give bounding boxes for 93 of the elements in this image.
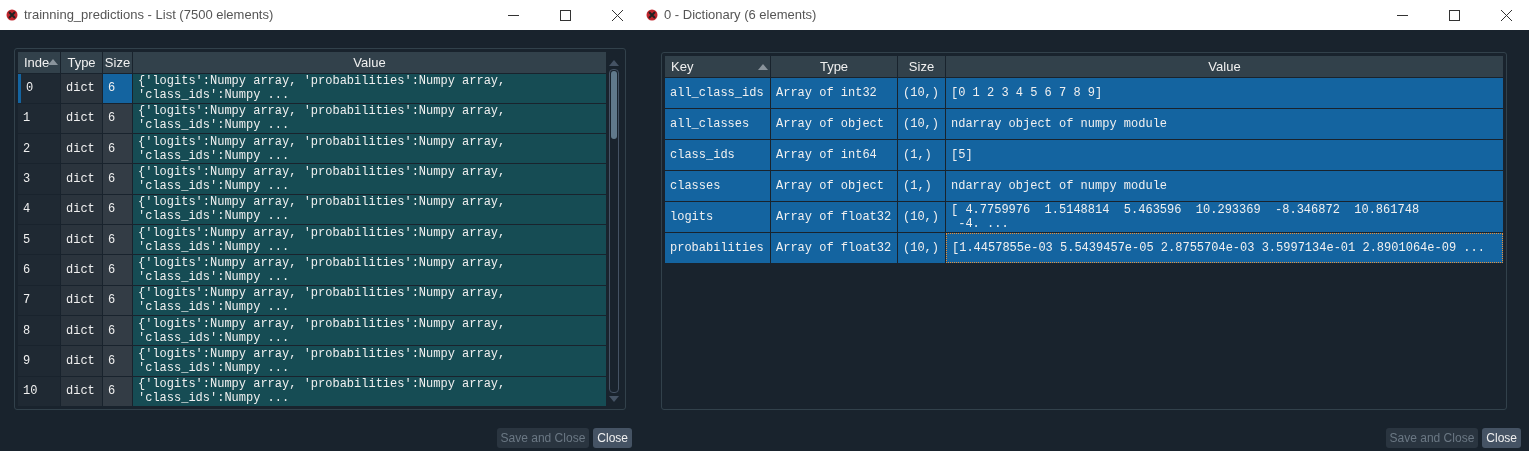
close-button[interactable]: Close (593, 428, 632, 448)
table-cell[interactable]: [5] (946, 140, 1503, 170)
table-cell[interactable]: 3 (18, 164, 60, 194)
table-cell[interactable]: Array of object (771, 171, 897, 201)
table-cell[interactable]: all_classes (665, 109, 770, 139)
table-cell[interactable]: class_ids (665, 140, 770, 170)
table-cell[interactable]: {'logits':Numpy array, 'probabilities':Numpy array, 'class_ids':Numpy ... (133, 73, 606, 103)
maximize-icon (559, 9, 571, 21)
column-header[interactable]: Type (61, 52, 102, 73)
table-cell[interactable]: (10,) (898, 109, 945, 139)
table-cell[interactable]: all_class_ids (665, 78, 770, 108)
table-cell[interactable]: [1.4457855e-03 5.5439457e-05 2.8755704e-03 3.5997134e-01 2.8901064e-09 ... (946, 233, 1503, 263)
scroll-down-icon (609, 396, 619, 402)
table-cell[interactable]: Array of float32 (771, 202, 897, 232)
table-cell[interactable]: {'logits':Numpy array, 'probabilities':Numpy array, 'class_ids':Numpy ... (133, 134, 606, 164)
table-cell[interactable]: {'logits':Numpy array, 'probabilities':Numpy array, 'class_ids':Numpy ... (133, 285, 606, 315)
table-cell[interactable]: classes (665, 171, 770, 201)
close-icon (1500, 9, 1512, 21)
table-cell[interactable]: 6 (103, 285, 132, 315)
table-cell[interactable]: 6 (103, 194, 132, 225)
table-cell[interactable]: {'logits':Numpy array, 'probabilities':Numpy array, 'class_ids':Numpy ... (133, 225, 606, 255)
table-cell[interactable]: dict (61, 194, 102, 225)
table-cell[interactable]: dict (61, 103, 102, 134)
table-cell[interactable]: {'logits':Numpy array, 'probabilities':Numpy array, 'class_ids':Numpy ... (133, 103, 606, 134)
table-cell[interactable]: 4 (18, 194, 60, 225)
table-cell[interactable]: 6 (18, 255, 60, 285)
close-button[interactable]: Close (1482, 428, 1521, 448)
table-cell[interactable]: 0 (18, 73, 60, 103)
table-cell[interactable]: 10 (18, 376, 60, 406)
table-cell[interactable]: {'logits':Numpy array, 'probabilities':Numpy array, 'class_ids':Numpy ... (133, 376, 606, 406)
table-cell[interactable]: ndarray object of numpy module (946, 171, 1503, 201)
table-cell[interactable]: {'logits':Numpy array, 'probabilities':Numpy array, 'class_ids':Numpy ... (133, 255, 606, 285)
table-cell[interactable]: dict (61, 316, 102, 346)
column-header[interactable]: Value (133, 52, 606, 73)
minimize-icon (1396, 14, 1408, 16)
table-cell[interactable]: Array of int64 (771, 140, 897, 170)
table-cell[interactable]: 6 (103, 164, 132, 194)
table-cell[interactable]: 9 (18, 346, 60, 376)
table-cell[interactable]: (10,) (898, 202, 945, 232)
table-cell[interactable]: (1,) (898, 140, 945, 170)
table-cell[interactable]: [ 4.7759976 1.5148814 5.463596 10.293369 -8.346872 10.861748 -4. ... (946, 202, 1503, 232)
column-header[interactable]: Key (665, 56, 770, 77)
scrollbar-thumb[interactable] (611, 71, 617, 139)
table-cell[interactable]: dict (61, 225, 102, 255)
table-cell[interactable]: 8 (18, 316, 60, 346)
table-cell[interactable]: dict (61, 134, 102, 164)
table-cell[interactable]: 1 (18, 103, 60, 134)
table-cell[interactable]: logits (665, 202, 770, 232)
window-title: 0 - Dictionary (6 elements) (664, 6, 818, 25)
table-cell[interactable]: Array of int32 (771, 78, 897, 108)
table-cell[interactable]: 5 (18, 225, 60, 255)
table-cell[interactable]: {'logits':Numpy array, 'probabilities':Numpy array, 'class_ids':Numpy ... (133, 164, 606, 194)
window-title: trainning_predictions - List (7500 elements) (24, 6, 275, 25)
table-cell[interactable]: 2 (18, 134, 60, 164)
table-cell[interactable]: (10,) (898, 78, 945, 108)
scroll-up-icon (609, 60, 619, 66)
close-icon (611, 9, 623, 21)
table-cell[interactable]: dict (61, 164, 102, 194)
table-cell[interactable]: 6 (103, 73, 132, 103)
column-header[interactable]: Type (771, 56, 897, 77)
table-cell[interactable]: dict (61, 73, 102, 103)
table-cell[interactable]: (10,) (898, 233, 945, 263)
table-cell[interactable]: 7 (18, 285, 60, 315)
table-cell[interactable]: 6 (103, 346, 132, 376)
table-cell[interactable]: dict (61, 376, 102, 406)
column-header[interactable]: Inde (18, 52, 60, 73)
sort-arrow-icon (758, 63, 768, 70)
column-header[interactable]: Size (898, 56, 945, 77)
table-cell[interactable]: dict (61, 285, 102, 315)
sort-arrow-icon (48, 59, 58, 66)
table-cell[interactable]: {'logits':Numpy array, 'probabilities':Numpy array, 'class_ids':Numpy ... (133, 316, 606, 346)
column-header[interactable]: Value (946, 56, 1503, 77)
app-logo-icon (646, 9, 658, 21)
table-cell[interactable]: Array of object (771, 109, 897, 139)
minimize-icon (507, 14, 519, 16)
table-cell[interactable]: 6 (103, 316, 132, 346)
app-logo-icon (6, 9, 18, 21)
table-cell[interactable]: dict (61, 255, 102, 285)
table-cell[interactable]: [0 1 2 3 4 5 6 7 8 9] (946, 78, 1503, 108)
table-cell[interactable]: 6 (103, 225, 132, 255)
table-cell[interactable]: probabilities (665, 233, 770, 263)
table-cell[interactable]: dict (61, 346, 102, 376)
maximize-icon (1448, 9, 1460, 21)
table-cell[interactable]: {'logits':Numpy array, 'probabilities':Numpy array, 'class_ids':Numpy ... (133, 194, 606, 225)
table-cell[interactable]: (1,) (898, 171, 945, 201)
table-cell[interactable]: Array of float32 (771, 233, 897, 263)
table-cell[interactable]: 6 (103, 134, 132, 164)
table-cell[interactable]: 6 (103, 255, 132, 285)
table-cell[interactable]: {'logits':Numpy array, 'probabilities':Numpy array, 'class_ids':Numpy ... (133, 346, 606, 376)
column-header[interactable]: Size (103, 52, 132, 73)
table-cell[interactable]: 6 (103, 103, 132, 134)
table-cell[interactable]: ndarray object of numpy module (946, 109, 1503, 139)
table-cell[interactable]: 6 (103, 376, 132, 406)
